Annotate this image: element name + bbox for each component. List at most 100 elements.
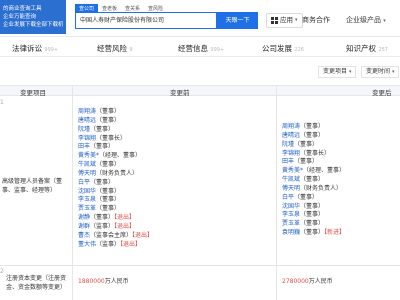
person-role: （财务负责人） (300, 184, 343, 192)
tab-label: 经营风险 (97, 44, 127, 53)
search-input[interactable]: 中国人寿财产保险股份有限公司 (75, 12, 217, 29)
person-name-link[interactable]: 唐晴远 (78, 117, 96, 124)
tab-legal[interactable]: 法律诉讼 999+ (12, 43, 58, 54)
column-divider (276, 85, 277, 300)
change-record-table: 变更项目 变更前 变更后 1 高级管理人员备案（董 事、监事、经理等） 周翔涛（… (0, 85, 400, 300)
person-role: （董事长） (300, 149, 331, 157)
person-name-link[interactable]: 阮瑾 (282, 141, 294, 148)
person-role: （董事） (300, 202, 325, 210)
person-name-link[interactable]: 傅天明 (282, 185, 300, 192)
enterprise-product-link[interactable]: 企业级产品 ▾ (346, 15, 386, 25)
person-entry: 牛凯斌（董事） (78, 161, 153, 170)
person-entry: 黄秀美*（经理、董事） (282, 167, 345, 176)
search-button[interactable]: 天眼一下 (217, 12, 258, 29)
person-entry: 周翔涛（董事） (282, 123, 345, 132)
person-name-link[interactable]: 周翔涛 (282, 123, 300, 130)
change-item-line: 事、监事、经理等） (2, 187, 57, 194)
person-role: （董事） (96, 196, 121, 204)
filter-label: 变更项目 (323, 68, 348, 75)
person-entry: 傅天明（财务负责人） (78, 170, 153, 179)
person-name-link[interactable]: 白平 (282, 194, 294, 201)
business-cooperation-link[interactable]: 商务合作 (302, 15, 330, 25)
person-name-link[interactable]: 李玉泉 (282, 211, 300, 218)
status-tag: 【退出】 (114, 214, 136, 222)
person-entry: 周翔涛（董事） (78, 108, 153, 117)
person-name-link[interactable]: 傅天明 (78, 170, 96, 177)
top-header: 的商业查询工具 企业万能查询 企业发展下载全部下载机构 查公司 查老板 查关系 … (0, 0, 400, 37)
change-item-cell: 高级管理人员备案（董 事、监事、经理等） (2, 177, 62, 195)
person-name-link[interactable]: 李玉泉 (78, 196, 96, 203)
person-entry: 阮瑾（董事） (78, 126, 153, 135)
person-name-link[interactable]: 周翔涛 (78, 108, 96, 115)
person-name-link[interactable]: 曹杰 (78, 232, 90, 239)
filter-change-time[interactable]: 变更时间 ▾ (361, 66, 400, 78)
person-role: （董事） (96, 205, 121, 213)
site-logo[interactable]: 的商业查询工具 企业万能查询 企业发展下载全部下载机构 (0, 0, 66, 34)
person-name-link[interactable]: 李锦翔 (78, 135, 96, 142)
person-name-link[interactable]: 唐晴远 (282, 132, 300, 139)
tab-label: 法律诉讼 (12, 44, 42, 53)
person-entry: 白平（董事） (78, 179, 153, 188)
person-name-link[interactable]: 田丰 (78, 143, 90, 150)
section-tabs: 法律诉讼 999+ 经营风险 9 经营信息 999+ 公司发展 226 知识产权… (0, 37, 400, 57)
tab-count: 226 (294, 47, 304, 53)
person-name-link[interactable]: 谢群 (78, 223, 90, 230)
person-name-link[interactable]: 牛凯斌 (78, 161, 96, 168)
capital-number: 2780000 (282, 278, 309, 285)
person-name-link[interactable]: 袁明巍 (282, 229, 300, 236)
person-role: （董事） (300, 211, 325, 219)
person-name-link[interactable]: 贾玉革 (282, 220, 300, 227)
tab-label: 经营信息 (178, 44, 208, 53)
person-entry: 傅天明（财务负责人） (282, 185, 345, 194)
tab-label: 知识产权 (346, 44, 376, 53)
status-tag: 【退出】 (114, 222, 136, 230)
person-name-link[interactable]: 李锦翔 (282, 150, 300, 157)
person-role: （董事） (300, 220, 325, 228)
tab-count: 9 (129, 47, 133, 53)
tab-development[interactable]: 公司发展 226 (262, 43, 304, 54)
tab-ip[interactable]: 知识产权 257 (346, 43, 388, 54)
person-role: （董事） (90, 214, 115, 222)
logo-line: 企业万能查询 (3, 14, 37, 20)
row-index: 1 (0, 99, 4, 106)
logo-line: 的商业查询工具 (3, 6, 42, 12)
table-header: 变更项目 变更前 变更后 (0, 85, 400, 97)
person-name-link[interactable]: 黄秀美* (282, 167, 303, 174)
tab-operation-risk[interactable]: 经营风险 9 (97, 43, 133, 54)
person-role: （董事） (90, 143, 115, 151)
person-name-link[interactable]: 白平 (78, 179, 90, 186)
column-header-after: 变更后 (372, 89, 392, 97)
filter-change-item[interactable]: 变更项目 ▾ (318, 66, 357, 78)
person-role: （董事） (300, 131, 325, 139)
app-menu-button[interactable]: 应用 ▾ (266, 13, 303, 28)
person-entry: 白平（董事） (282, 194, 345, 203)
change-item-line: 高级管理人员备案（董 (2, 178, 63, 185)
tab-operation-info[interactable]: 经营信息 999+ (178, 43, 224, 54)
status-tag: 【新进】 (324, 229, 346, 237)
change-item-line: 注册资本变更（注册资 (6, 275, 67, 282)
person-entry: 谢静（董事）【退出】 (78, 214, 153, 223)
app-menu-label: 应用 (280, 16, 293, 24)
enterprise-product-label: 企业级产品 (346, 16, 381, 24)
person-role: （监事会主席） (90, 231, 133, 239)
person-entry: 董大伟（监事）【退出】 (78, 241, 153, 250)
person-name-link[interactable]: 阮瑾 (78, 126, 90, 133)
person-name-link[interactable]: 沈国华 (282, 203, 300, 210)
person-role: （董事） (90, 178, 115, 186)
person-role: （董事） (294, 193, 319, 201)
person-role: （董事） (96, 161, 121, 169)
person-name-link[interactable]: 沈国华 (78, 188, 96, 195)
change-item-line: 金、资金数额等变更） (6, 284, 67, 291)
before-capital-value: 1880000万人民币 (78, 276, 129, 285)
person-name-link[interactable]: 谢静 (78, 214, 90, 221)
person-role: （经理、董事） (99, 152, 142, 160)
person-name-link[interactable]: 牛凯斌 (282, 176, 300, 183)
person-name-link[interactable]: 贾玉革 (78, 205, 96, 212)
person-name-link[interactable]: 董大伟 (78, 241, 96, 248)
person-role: （监事） (96, 240, 121, 248)
person-role: （董事长） (96, 134, 127, 142)
person-name-link[interactable]: 田丰 (282, 158, 294, 165)
capital-number: 1880000 (78, 278, 105, 285)
tab-label: 公司发展 (262, 44, 292, 53)
person-name-link[interactable]: 黄秀美* (78, 152, 99, 159)
